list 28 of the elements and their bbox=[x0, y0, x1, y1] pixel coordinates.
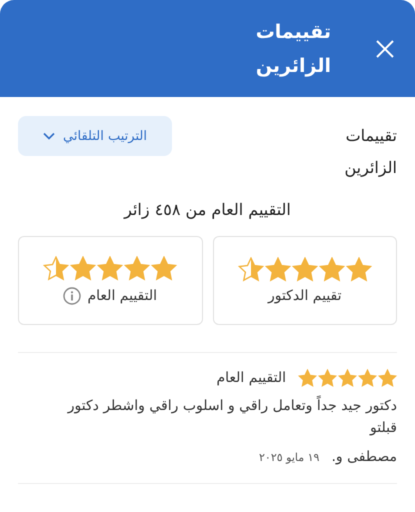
rating-label: التقييم العام bbox=[87, 288, 158, 304]
summary-title: التقييم العام من ٤٥٨ زائر bbox=[122, 200, 292, 219]
star-icon bbox=[151, 256, 178, 281]
star-icon bbox=[43, 256, 70, 281]
star-icon bbox=[97, 256, 124, 281]
review-text: دكتور جيد جداً وتعامل راقي و اسلوب راقي واشطر دكتور قبلتو bbox=[67, 394, 397, 438]
reviewer-name: مصطفى و. bbox=[331, 448, 397, 465]
star-icon bbox=[318, 257, 345, 282]
rating-label: التقييم العام bbox=[216, 370, 286, 386]
star-icon bbox=[238, 257, 264, 282]
star-icon bbox=[338, 369, 357, 387]
close-icon[interactable] bbox=[375, 38, 395, 58]
star-icon bbox=[358, 369, 377, 387]
star-icon bbox=[378, 369, 397, 387]
star-icon bbox=[70, 256, 96, 281]
star-icon bbox=[318, 369, 337, 387]
star-icon bbox=[346, 257, 372, 282]
rating-label: تقييم الدكتور bbox=[268, 288, 342, 304]
info-icon[interactable] bbox=[63, 286, 82, 305]
star-icon bbox=[292, 257, 318, 282]
review-date: ١٩ مايو ٢٠٢٥ bbox=[259, 450, 320, 464]
star-icon bbox=[298, 369, 317, 387]
sort-button[interactable]: الترتيب التلقائي bbox=[18, 116, 172, 156]
window-title: تقييمات الزائرين bbox=[254, 20, 331, 79]
section-title: تقييمات الزائرين bbox=[343, 125, 397, 179]
caret-icon bbox=[43, 132, 56, 140]
star-icon bbox=[264, 257, 291, 282]
star-icon bbox=[124, 256, 150, 281]
